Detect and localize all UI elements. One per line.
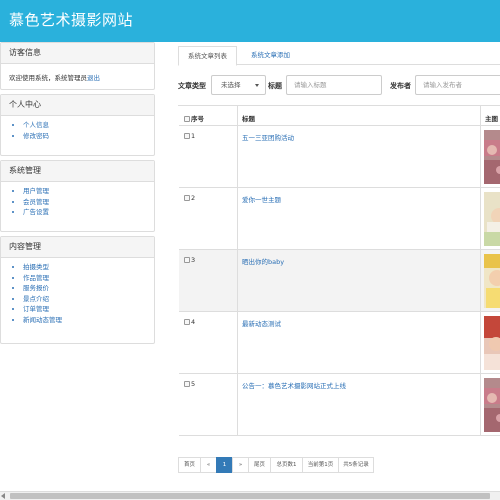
prev-page-button[interactable]: «: [200, 457, 217, 473]
menu-item-scenic-spots[interactable]: 景点介绍: [23, 294, 154, 305]
row-checkbox[interactable]: [184, 381, 190, 387]
row-image-cell: [481, 126, 500, 187]
thumbnail-image: [484, 378, 500, 432]
author-input[interactable]: 请输入发布者: [415, 75, 500, 95]
table-row: 5 公告一：慕色艺术摄影网站正式上线: [179, 374, 500, 436]
row-checkbox[interactable]: [184, 195, 190, 201]
personal-menu: 个人信息 修改密码: [1, 116, 154, 141]
system-panel-title: 系统管理: [1, 161, 154, 182]
title-label: 标题: [268, 82, 282, 90]
visitor-panel-title: 访客信息: [1, 43, 154, 64]
author-label: 发布者: [390, 82, 411, 90]
menu-item-profile[interactable]: 个人信息: [23, 120, 154, 131]
thumbnail-image: [484, 130, 500, 184]
page-1-button[interactable]: 1: [216, 457, 233, 473]
row-number: 5: [179, 374, 238, 435]
select-all-checkbox[interactable]: [184, 116, 190, 122]
visitor-panel: 访客信息 欢迎使用系统，系统管理员退出: [0, 42, 155, 90]
row-title-link[interactable]: 最新动态测试: [238, 312, 481, 373]
personal-panel-title: 个人中心: [1, 95, 154, 116]
row-title-link[interactable]: 五一三亚团购活动: [238, 126, 481, 187]
thumbnail-image: [484, 316, 500, 370]
menu-item-orders[interactable]: 订单管理: [23, 304, 154, 315]
row-image-cell: [481, 250, 500, 311]
row-title-link[interactable]: 爱你一世主题: [238, 188, 481, 249]
last-page-button[interactable]: 尾页: [248, 457, 271, 473]
tab-article-list[interactable]: 系统文章列表: [178, 46, 237, 66]
filter-bar: 文章类型 未选择 标题 请输入标题 发布者 请输入发布者: [178, 75, 500, 97]
row-checkbox[interactable]: [184, 257, 190, 263]
content-panel-title: 内容管理: [1, 237, 154, 258]
scrollbar-thumb[interactable]: [10, 493, 490, 499]
total-records-info: 共5条记录: [338, 457, 374, 473]
welcome-text: 欢迎使用系统，系统管理员: [9, 74, 87, 82]
personal-panel: 个人中心 个人信息 修改密码: [0, 94, 155, 156]
header-number: 序号: [179, 106, 238, 125]
row-image-cell: [481, 188, 500, 249]
menu-item-news[interactable]: 新闻动态管理: [23, 315, 154, 326]
content-menu: 拍摄类型 作品管理 服务报价 景点介绍 订单管理 新闻动态管理: [1, 258, 154, 325]
logout-link[interactable]: 退出: [87, 74, 100, 82]
visitor-info: 欢迎使用系统，系统管理员退出: [1, 64, 154, 90]
title-input[interactable]: 请输入标题: [286, 75, 382, 95]
menu-item-user-management[interactable]: 用户管理: [23, 186, 154, 197]
current-page-info: 当前第1页: [302, 457, 339, 473]
system-panel: 系统管理 用户管理 会员管理 广告设置: [0, 160, 155, 232]
site-title: 慕色艺术摄影网站: [9, 11, 134, 29]
next-page-button[interactable]: »: [232, 457, 249, 473]
content-panel: 内容管理 拍摄类型 作品管理 服务报价 景点介绍 订单管理 新闻动态管理: [0, 236, 155, 344]
table-row: 2 爱你一世主题: [179, 188, 500, 250]
row-checkbox[interactable]: [184, 133, 190, 139]
header-title: 标题: [238, 106, 481, 125]
tab-bar: 系统文章列表 系统文章添加: [178, 42, 500, 66]
row-checkbox[interactable]: [184, 319, 190, 325]
row-image-cell: [481, 312, 500, 373]
scroll-left-icon[interactable]: [1, 493, 5, 499]
thumbnail-image: [484, 254, 500, 308]
menu-item-ad-settings[interactable]: 广告设置: [23, 207, 154, 218]
table-row: 4 最新动态测试: [179, 312, 500, 374]
total-pages-info: 总页数1: [270, 457, 303, 473]
row-number: 4: [179, 312, 238, 373]
system-menu: 用户管理 会员管理 广告设置: [1, 182, 154, 218]
menu-item-shoot-types[interactable]: 拍摄类型: [23, 262, 154, 273]
table-header: 序号 标题 主图: [179, 106, 500, 126]
chevron-down-icon: [255, 84, 259, 87]
menu-item-member-management[interactable]: 会员管理: [23, 197, 154, 208]
row-number: 3: [179, 250, 238, 311]
row-title-link[interactable]: 晒出你的baby: [238, 250, 481, 311]
menu-item-change-password[interactable]: 修改密码: [23, 131, 154, 142]
row-image-cell: [481, 374, 500, 435]
site-header: 慕色艺术摄影网站: [0, 0, 500, 42]
header-image: 主图: [481, 106, 500, 125]
article-type-select[interactable]: 未选择: [211, 75, 266, 95]
article-type-label: 文章类型: [178, 82, 206, 90]
table-row: 3 晒出你的baby: [179, 250, 500, 312]
table-row: 1 五一三亚团购活动: [179, 126, 500, 188]
article-type-value: 未选择: [221, 81, 241, 89]
first-page-button[interactable]: 首页: [178, 457, 201, 473]
row-title-link[interactable]: 公告一：慕色艺术摄影网站正式上线: [238, 374, 481, 435]
tab-article-add[interactable]: 系统文章添加: [242, 46, 299, 66]
row-number: 2: [179, 188, 238, 249]
thumbnail-image: [484, 192, 500, 246]
menu-item-pricing[interactable]: 服务报价: [23, 283, 154, 294]
menu-item-works[interactable]: 作品管理: [23, 273, 154, 284]
article-table: 序号 标题 主图 1 五一三亚团购活动 2 爱你一世主题 3 晒出你的baby …: [178, 105, 500, 436]
horizontal-scrollbar[interactable]: [0, 491, 500, 500]
row-number: 1: [179, 126, 238, 187]
